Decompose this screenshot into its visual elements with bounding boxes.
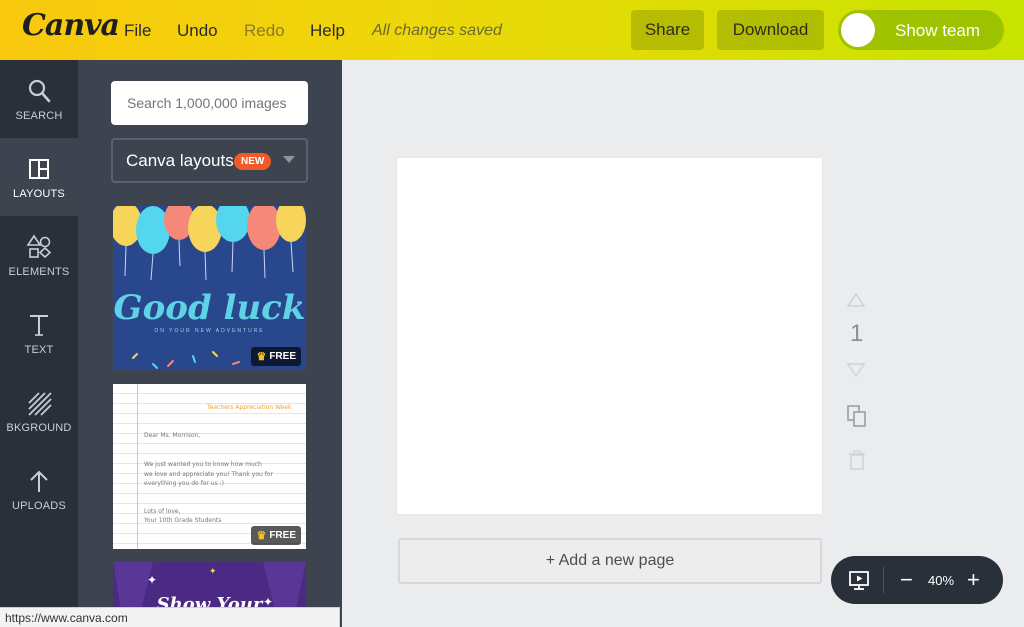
status-bar-url: https://www.canva.com — [0, 607, 340, 627]
letter-heading: Teachers Appreciation Week — [207, 404, 292, 411]
shapes-icon — [26, 234, 52, 259]
move-page-up-icon[interactable] — [846, 292, 866, 308]
left-rail: SEARCH LAYOUTS ELEMENTS TEXT BKGROUND UP… — [0, 60, 78, 627]
image-search-input[interactable] — [111, 81, 308, 125]
layouts-icon — [29, 159, 49, 179]
rail-label-search: SEARCH — [15, 110, 63, 122]
chevron-down-icon — [283, 156, 295, 163]
free-label: FREE — [269, 530, 296, 541]
rail-item-uploads[interactable]: UPLOADS — [0, 450, 78, 528]
rail-item-background[interactable]: BKGROUND — [0, 372, 78, 450]
rail-label-layouts: LAYOUTS — [13, 188, 65, 200]
new-badge: NEW — [234, 153, 272, 170]
save-status: All changes saved — [372, 22, 502, 39]
toggle-knob — [841, 13, 875, 47]
search-icon — [28, 79, 51, 103]
zoom-bar: − 40% + — [831, 556, 1003, 604]
layouts-panel: Canva layouts NEW — [78, 60, 342, 627]
menu-help[interactable]: Help — [310, 21, 345, 41]
letter-line: We just wanted you to know how much — [144, 461, 262, 468]
text-icon — [30, 315, 48, 336]
zoom-level[interactable]: 40% — [928, 573, 954, 588]
rail-label-elements: ELEMENTS — [8, 266, 70, 278]
letter-line: we love and appreciate you! Thank you fo… — [144, 471, 273, 478]
background-icon — [28, 392, 52, 416]
free-badge: ♛ FREE — [251, 526, 301, 545]
rail-item-search[interactable]: SEARCH — [0, 60, 78, 138]
menu-redo[interactable]: Redo — [244, 21, 285, 41]
show-team-label: Show team — [895, 21, 981, 40]
design-page[interactable] — [397, 158, 822, 514]
crown-icon: ♛ — [256, 530, 267, 542]
menu-file[interactable]: File — [124, 21, 151, 41]
duplicate-page-icon[interactable] — [846, 404, 868, 428]
move-page-down-icon[interactable] — [846, 362, 866, 378]
rail-label-uploads: UPLOADS — [12, 500, 66, 512]
layouts-dropdown-label: Canva layouts — [126, 151, 234, 170]
layouts-dropdown[interactable]: Canva layouts NEW — [111, 138, 308, 183]
rail-item-layouts[interactable]: LAYOUTS — [0, 138, 78, 216]
rail-item-elements[interactable]: ELEMENTS — [0, 216, 78, 294]
zoom-divider — [883, 567, 884, 593]
page-number: 1 — [850, 320, 864, 347]
add-page-button[interactable]: + Add a new page — [398, 538, 822, 584]
share-button[interactable]: Share — [631, 10, 704, 50]
rail-label-background: BKGROUND — [6, 422, 72, 434]
template-subtitle: ON YOUR NEW ADVENTURE — [154, 328, 265, 334]
free-badge: ♛ FREE — [251, 347, 301, 366]
svg-text:✦: ✦ — [209, 567, 217, 577]
letter-line: Dear Ms. Morrison, — [144, 432, 201, 439]
canva-logo[interactable]: Canva — [22, 8, 120, 43]
rail-item-text[interactable]: TEXT — [0, 294, 78, 372]
svg-text:✦: ✦ — [147, 573, 157, 587]
download-button[interactable]: Download — [717, 10, 824, 50]
top-bar: Canva File Undo Redo Help All changes sa… — [0, 0, 1024, 60]
letter-line: Your 10th Grade Students — [144, 517, 222, 524]
crown-icon: ♛ — [256, 351, 267, 363]
menu-undo[interactable]: Undo — [177, 21, 218, 41]
delete-page-icon[interactable] — [846, 449, 868, 471]
template-title: Good luck — [113, 288, 306, 328]
letter-line: Lots of love, — [144, 508, 181, 515]
show-team-toggle[interactable]: Show team — [838, 10, 1004, 50]
present-icon[interactable] — [848, 569, 870, 591]
letter-line: everything you do for us :) — [144, 480, 224, 487]
free-label: FREE — [269, 351, 296, 362]
notebook-margin-line — [137, 384, 138, 549]
zoom-out-button[interactable]: − — [900, 567, 913, 593]
upload-arrow-icon — [30, 470, 48, 492]
template-teacher-letter[interactable]: Teachers Appreciation Week Dear Ms. Morr… — [113, 384, 306, 549]
template-good-luck[interactable]: Good luck ON YOUR NEW ADVENTURE ♛ FREE — [113, 206, 306, 370]
zoom-in-button[interactable]: + — [967, 567, 980, 593]
rail-label-text: TEXT — [24, 344, 54, 356]
